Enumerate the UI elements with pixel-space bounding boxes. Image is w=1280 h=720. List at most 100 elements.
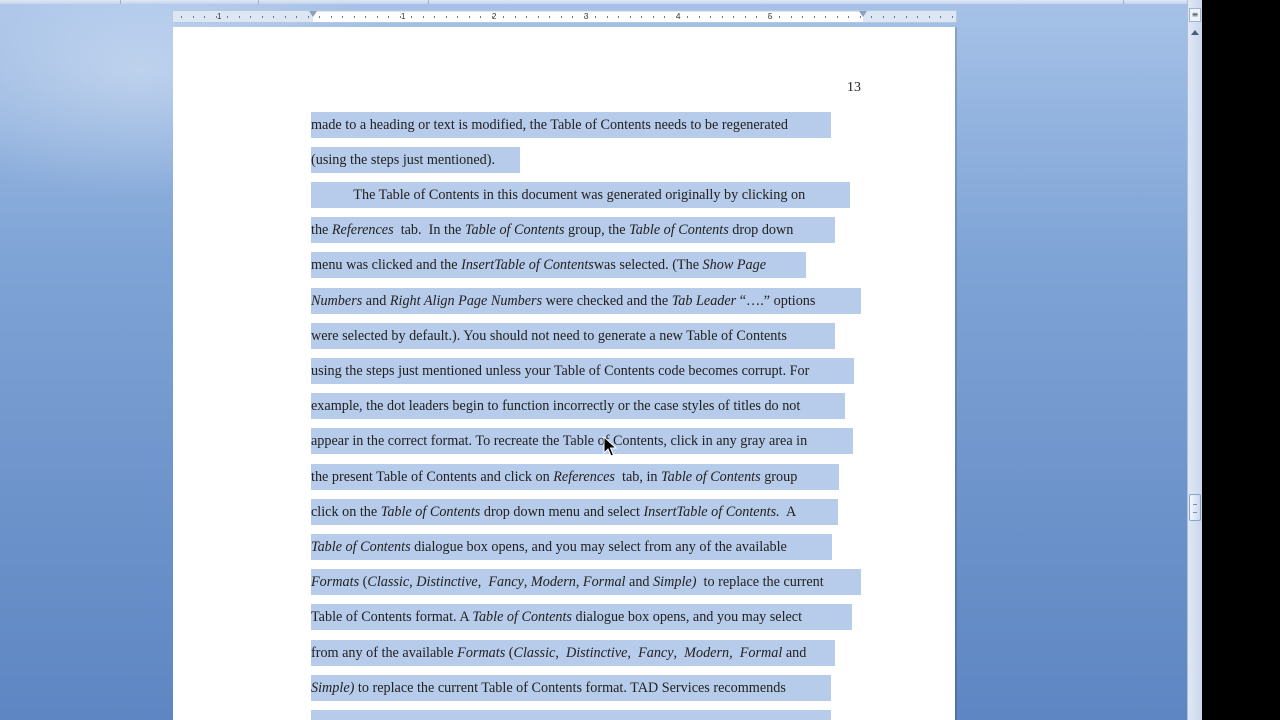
text-run: dialogue box opens, and you may select: [571, 609, 803, 625]
italic-text-run: References: [331, 222, 394, 238]
ruler-left-indent-marker[interactable]: [309, 11, 317, 17]
ruler-label: 1: [217, 12, 222, 21]
selected-text-line[interactable]: example, the dot leaders begin to functi…: [311, 393, 845, 419]
selected-text-line[interactable]: appear in the correct format. To recreat…: [311, 428, 853, 454]
text-run: tab, in: [614, 469, 662, 485]
text-run: menu was clicked and the: [311, 257, 462, 273]
ruler-tick: [377, 16, 378, 18]
ruler-tick: [572, 16, 573, 18]
italic-text-run: Table of Contents: [472, 609, 572, 625]
ruler-tick: [503, 16, 504, 18]
ruler-tick: [906, 16, 907, 18]
italic-text-run: Fancy: [488, 574, 524, 590]
selected-text-line[interactable]: [311, 710, 831, 720]
ruler-tick: [952, 16, 953, 18]
text-run: was selected. (The: [593, 257, 703, 273]
text-run: “….” options: [736, 293, 816, 309]
italic-text-run: Tab Leader: [671, 293, 737, 309]
ruler-tick: [676, 16, 677, 18]
ruler-tick: [618, 16, 619, 18]
italic-text-run: Table of Contents: [629, 222, 729, 238]
text-run: ,: [477, 574, 489, 590]
split-icon[interactable]: ≡: [1189, 8, 1201, 22]
ruler-tick: [687, 16, 688, 18]
scroll-thumb[interactable]: [1189, 494, 1201, 521]
ruler-tick: [492, 16, 493, 18]
text-run: appear in the correct format. To recreat…: [311, 433, 808, 449]
text-run: group: [760, 469, 798, 485]
selected-text-line[interactable]: Numbers and Right Align Page Numbers wer…: [311, 288, 861, 314]
text-run: ,: [729, 645, 740, 661]
text-run: were selected by default.). You should n…: [311, 328, 787, 344]
ruler-tick: [515, 16, 516, 18]
selected-text-line[interactable]: the References tab. In the Table of Cont…: [311, 217, 835, 243]
ruler-tick: [664, 16, 665, 18]
selected-text-line[interactable]: from any of the available Formats (Class…: [311, 640, 835, 666]
ruler-tick: [239, 16, 240, 18]
screen-edge: [1202, 0, 1280, 720]
selected-text-line[interactable]: menu was clicked and the InsertTable of …: [311, 252, 806, 278]
ruler-tick: [756, 16, 757, 18]
ruler-tick: [480, 16, 481, 18]
ruler-tick: [814, 16, 815, 18]
selected-text-line[interactable]: were selected by default.). You should n…: [311, 323, 835, 349]
ruler-tick: [319, 16, 320, 18]
ruler-tick: [388, 16, 389, 18]
selected-text-line[interactable]: using the steps just mentioned unless yo…: [311, 358, 854, 384]
text-run: ,: [555, 645, 566, 661]
vertical-scrollbar[interactable]: ≡: [1187, 0, 1202, 720]
italic-text-run: Formal: [739, 645, 783, 661]
text-run: were checked and the: [542, 293, 672, 309]
selected-text-line[interactable]: Simple) to replace the current Table of …: [311, 675, 831, 701]
selected-text-line[interactable]: the present Table of Contents and click …: [311, 464, 839, 490]
italic-text-run: Table of Contents: [661, 469, 761, 485]
text-run: tab. In the: [393, 222, 465, 238]
ruler-tick: [193, 16, 194, 18]
ruler-tick: [538, 16, 539, 18]
text-run: made to a heading or text is modified, t…: [311, 117, 789, 133]
text-run: ,: [673, 645, 685, 661]
italic-text-run: Table of Contents: [380, 504, 481, 520]
ruler-tick: [342, 16, 343, 18]
ruler-tick: [630, 16, 631, 18]
ruler-tick: [446, 16, 447, 18]
text-run: to replace the current: [696, 574, 824, 590]
text-run: Table of Contents format. A: [311, 609, 473, 625]
ruler-tick: [549, 16, 550, 18]
text-run: click on the: [311, 504, 381, 520]
text-run: example, the dot leaders begin to functi…: [311, 398, 801, 414]
scroll-up-arrow-icon[interactable]: [1191, 30, 1199, 35]
text-run: group, the: [564, 222, 630, 238]
ruler-tick: [354, 16, 355, 18]
selected-text-line[interactable]: click on the Table of Contents drop down…: [311, 499, 838, 525]
ruler-tick: [848, 16, 849, 18]
italic-text-run: References: [553, 469, 615, 485]
text-run: dialogue box opens, and you may select f…: [410, 539, 787, 555]
selected-text-line[interactable]: Formats (Classic, Distinctive, Fancy, Mo…: [311, 569, 861, 595]
selected-text-line[interactable]: Table of Contents format. A Table of Con…: [311, 604, 852, 630]
italic-text-run: Classic: [367, 574, 410, 590]
selected-text-line[interactable]: (using the steps just mentioned).: [311, 147, 520, 173]
italic-text-run: Right Align Page Numbers: [389, 293, 543, 309]
ruler-tick: [871, 16, 872, 18]
selected-text-line[interactable]: Table of Contents dialogue box opens, an…: [311, 534, 832, 560]
horizontal-ruler[interactable]: 1 1 2 3 4 5: [172, 10, 957, 23]
ruler-tick: [365, 16, 366, 18]
ruler-tick: [204, 16, 205, 18]
ruler-tick: [837, 16, 838, 18]
ruler-tick: [227, 16, 228, 18]
text-run: (using the steps just mentioned).: [311, 152, 496, 168]
text-run: and: [362, 293, 390, 309]
ruler-tick: [768, 16, 769, 18]
ruler-tick: [825, 16, 826, 18]
selected-text-line[interactable]: The Table of Contents in this document w…: [311, 182, 850, 208]
selected-text-line[interactable]: made to a heading or text is modified, t…: [311, 112, 831, 138]
italic-text-run: Classic: [513, 645, 556, 661]
text-run: to replace the current Table of Contents…: [354, 680, 786, 696]
mouse-pointer-icon: [603, 436, 617, 457]
ruler-tick: [699, 16, 700, 18]
italic-text-run: Formal: [582, 574, 626, 590]
italic-text-run: Fancy: [638, 645, 674, 661]
ruler-tick: [641, 16, 642, 18]
ruler-tick: [308, 16, 309, 18]
